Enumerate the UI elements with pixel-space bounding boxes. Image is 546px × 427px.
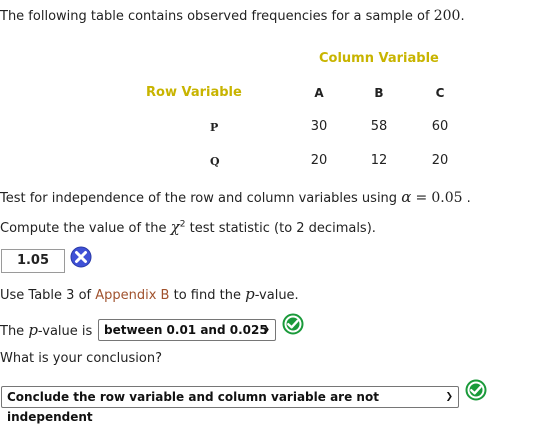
- table-cell: 20: [431, 153, 449, 168]
- alpha-value: 0.05: [431, 190, 463, 206]
- chevron-down-icon: ❯: [262, 325, 270, 335]
- chi-symbol: χ: [170, 218, 180, 236]
- appendix-b-link[interactable]: Appendix B: [95, 288, 169, 303]
- column-header-a: A: [314, 86, 324, 100]
- row-variable-label: Row Variable: [146, 85, 242, 100]
- test-instruction: Test for independence of the row and col…: [0, 188, 471, 206]
- table-cell: 60: [431, 119, 449, 134]
- test-statistic-input[interactable]: 1.05: [1, 249, 65, 273]
- row-label-p: P: [210, 121, 219, 134]
- chevron-down-icon: ❯: [445, 392, 453, 402]
- table-cell: 12: [370, 153, 388, 168]
- conclusion-question: What is your conclusion?: [0, 351, 162, 366]
- table-cell: 58: [370, 119, 388, 134]
- table3-instruction: Use Table 3 of Appendix B to find the p-…: [0, 285, 299, 303]
- pvalue-select[interactable]: between 0.01 and 0.025 ❯: [98, 319, 276, 341]
- table-cell: 20: [310, 153, 328, 168]
- column-header-b: B: [374, 86, 384, 100]
- conclusion-select[interactable]: Conclude the row variable and column var…: [1, 386, 459, 424]
- column-header-c: C: [435, 86, 445, 100]
- pvalue-label: The p-value is: [0, 321, 93, 339]
- table-cell: 30: [310, 119, 328, 134]
- incorrect-x-icon: [70, 246, 92, 268]
- column-variable-label: Column Variable: [319, 51, 439, 66]
- row-label-q: Q: [210, 155, 220, 168]
- intro-text: The following table contains observed fr…: [0, 8, 465, 24]
- alpha-symbol: α: [401, 188, 412, 206]
- sample-size: 200: [433, 8, 461, 24]
- correct-check-icon: [282, 313, 304, 335]
- correct-check-icon: [465, 379, 487, 401]
- compute-instruction: Compute the value of the χ2 test statist…: [0, 218, 376, 236]
